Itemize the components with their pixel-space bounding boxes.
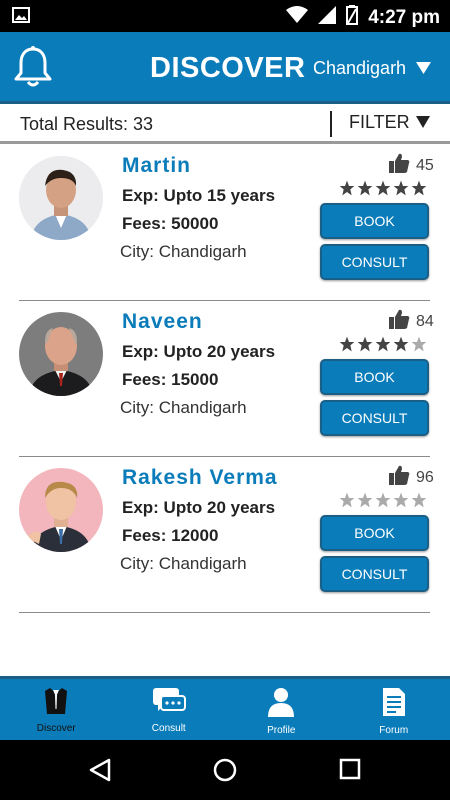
city-dropdown[interactable]: Chandigarh	[313, 58, 432, 79]
star-filled-icon	[339, 180, 355, 201]
consult-button[interactable]: CONSULT	[320, 244, 429, 280]
star-filled-icon	[357, 336, 373, 357]
doctor-card: Rakesh Verma Exp: Upto 20 years Fees: 12…	[0, 458, 450, 615]
book-button[interactable]: BOOK	[320, 203, 429, 239]
likes: 45	[388, 152, 434, 179]
likes: 96	[388, 464, 434, 491]
back-icon[interactable]	[89, 758, 111, 787]
star-filled-icon	[375, 180, 391, 201]
filter-button[interactable]: FILTER	[349, 112, 430, 133]
total-results: Total Results: 33	[20, 114, 154, 134]
star-filled-icon	[393, 180, 409, 201]
star-empty-icon	[375, 492, 391, 513]
system-nav-bar	[0, 740, 450, 800]
city-dropdown-label: Chandigarh	[313, 58, 407, 78]
signal-icon	[318, 6, 337, 29]
document-icon	[382, 687, 406, 722]
star-filled-icon	[411, 180, 427, 201]
triangle-down-icon	[415, 112, 430, 133]
tab-label: Discover	[36, 723, 76, 734]
book-button[interactable]: BOOK	[320, 359, 429, 395]
divider	[19, 612, 430, 613]
likes: 84	[388, 308, 434, 335]
star-filled-icon	[357, 180, 373, 201]
rating-stars	[339, 492, 427, 513]
tab-label: Consult	[151, 723, 186, 734]
thumbs-up-icon[interactable]	[388, 152, 410, 179]
star-empty-icon	[339, 492, 355, 513]
doctor-name[interactable]: Martin	[122, 154, 191, 178]
tab-discover[interactable]: Discover	[0, 679, 113, 740]
home-icon[interactable]	[213, 758, 237, 787]
page-title: DISCOVER	[150, 52, 306, 84]
app-header: DISCOVER Chandigarh	[0, 32, 450, 104]
gallery-notification-icon	[12, 7, 30, 28]
divider	[330, 111, 332, 137]
star-filled-icon	[375, 336, 391, 357]
bottom-tab-bar: Discover Consult Profile Forum	[0, 676, 450, 740]
consult-button[interactable]: CONSULT	[320, 400, 429, 436]
doctor-city: City: Chandigarh	[120, 242, 247, 261]
rating-stars	[339, 180, 427, 201]
avatar	[19, 468, 103, 552]
doctor-card: Naveen Exp: Upto 20 years Fees: 15000 Ci…	[0, 302, 450, 459]
tab-profile[interactable]: Profile	[225, 679, 338, 740]
book-button[interactable]: BOOK	[320, 515, 429, 551]
likes-count: 84	[416, 312, 434, 330]
doctor-name[interactable]: Naveen	[122, 310, 203, 334]
status-bar: 4:27 pm	[0, 0, 450, 32]
avatar	[19, 156, 103, 240]
notification-bell-icon[interactable]	[12, 45, 54, 94]
star-empty-icon	[411, 492, 427, 513]
avatar	[19, 312, 103, 396]
wifi-icon	[286, 6, 309, 29]
likes-count: 96	[416, 468, 434, 486]
divider	[19, 456, 430, 457]
likes-count: 45	[416, 156, 434, 174]
star-empty-icon	[393, 492, 409, 513]
star-empty-icon	[357, 492, 373, 513]
filter-label: FILTER	[349, 112, 410, 132]
tab-forum[interactable]: Forum	[338, 679, 450, 740]
chat-icon	[152, 687, 186, 720]
battery-icon	[346, 5, 359, 30]
doctor-fees: Fees: 50000	[122, 214, 219, 233]
tab-label: Forum	[379, 725, 409, 736]
doctor-card: Martin Exp: Upto 15 years Fees: 50000 Ci…	[0, 146, 450, 303]
doctor-city: City: Chandigarh	[120, 554, 247, 573]
doctor-name[interactable]: Rakesh Verma	[122, 466, 278, 490]
doctor-experience: Exp: Upto 20 years	[122, 498, 276, 517]
tab-label: Profile	[267, 725, 296, 736]
divider	[19, 300, 430, 301]
consult-button[interactable]: CONSULT	[320, 556, 429, 592]
star-filled-icon	[393, 336, 409, 357]
doctor-experience: Exp: Upto 15 years	[122, 186, 276, 205]
star-empty-icon	[411, 336, 427, 357]
lawyer-coat-icon	[41, 687, 71, 720]
doctor-fees: Fees: 15000	[122, 370, 219, 389]
doctor-city: City: Chandigarh	[120, 398, 247, 417]
thumbs-up-icon[interactable]	[388, 308, 410, 335]
doctor-experience: Exp: Upto 20 years	[122, 342, 276, 361]
triangle-down-icon	[416, 58, 432, 79]
results-bar: Total Results: 33 FILTER	[0, 104, 450, 144]
person-icon	[267, 687, 295, 722]
thumbs-up-icon[interactable]	[388, 464, 410, 491]
star-filled-icon	[339, 336, 355, 357]
rating-stars	[339, 336, 427, 357]
recents-icon[interactable]	[339, 758, 361, 785]
tab-consult[interactable]: Consult	[113, 679, 226, 740]
status-time: 4:27 pm	[368, 6, 440, 28]
doctor-fees: Fees: 12000	[122, 526, 219, 545]
